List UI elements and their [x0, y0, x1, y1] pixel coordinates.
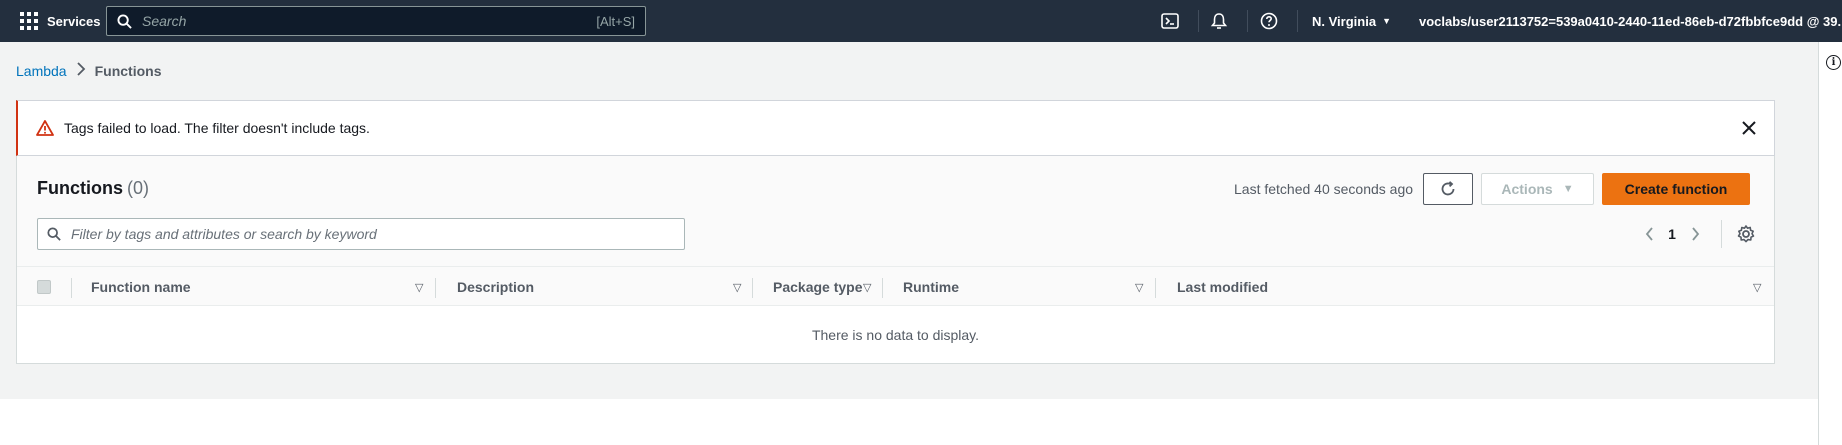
search-icon	[47, 227, 61, 241]
last-fetched-text: Last fetched 40 seconds ago	[1234, 181, 1414, 197]
column-divider	[752, 278, 753, 298]
refresh-button[interactable]	[1423, 173, 1473, 205]
breadcrumb: Lambda Functions	[16, 62, 161, 79]
chevron-right-icon	[76, 62, 86, 79]
refresh-icon	[1441, 181, 1455, 196]
account-label: voclabs/user2113752=539a0410-2440-11ed-8…	[1419, 13, 1842, 29]
services-label: Services	[47, 13, 101, 29]
services-menu-button[interactable]: Services	[0, 0, 101, 42]
cloudshell-icon[interactable]	[1159, 10, 1181, 32]
close-icon[interactable]	[1738, 117, 1760, 139]
column-divider	[1155, 278, 1156, 298]
sort-icon[interactable]: ▽	[1753, 281, 1761, 294]
caret-down-icon: ▼	[1562, 183, 1574, 195]
nav-divider	[1297, 10, 1298, 32]
table-empty-state: There is no data to display.	[17, 306, 1774, 363]
chevron-left-icon[interactable]	[1639, 222, 1659, 246]
search-icon	[117, 13, 132, 29]
table-header: Function name ▽ Description ▽ Package ty…	[17, 266, 1774, 306]
actions-dropdown-button[interactable]: Actions ▼	[1481, 173, 1594, 205]
functions-panel: Functions (0) Last fetched 40 seconds ago…	[16, 156, 1775, 364]
caret-down-icon: ▼	[1382, 16, 1391, 26]
create-function-button[interactable]: Create function	[1602, 173, 1750, 205]
empty-message: There is no data to display.	[811, 326, 980, 343]
filter-input[interactable]	[71, 226, 684, 242]
top-navigation-bar: Services [Alt+S] N. Virginia ▼	[0, 0, 1842, 42]
sort-icon[interactable]: ▽	[733, 281, 741, 294]
column-header-last-modified[interactable]: Last modified	[1177, 267, 1268, 307]
breadcrumb-current: Functions	[94, 62, 162, 79]
page-number[interactable]: 1	[1659, 226, 1685, 242]
gear-icon[interactable]	[1736, 224, 1756, 244]
column-header-package-type[interactable]: Package type	[773, 267, 863, 307]
search-shortcut-hint: [Alt+S]	[596, 13, 635, 29]
column-header-description[interactable]: Description	[457, 267, 534, 307]
sort-icon[interactable]: ▽	[415, 281, 423, 294]
sort-icon[interactable]: ▽	[1135, 281, 1143, 294]
column-divider	[882, 278, 883, 298]
services-grid-icon	[20, 12, 38, 30]
region-label: N. Virginia	[1312, 13, 1377, 29]
nav-divider	[1198, 10, 1199, 32]
region-selector[interactable]: N. Virginia ▼	[1312, 0, 1391, 42]
functions-heading: Functions	[37, 178, 123, 198]
info-icon[interactable]: i	[1826, 55, 1841, 70]
error-alert: Tags failed to load. The filter doesn't …	[16, 100, 1775, 156]
breadcrumb-lambda-link[interactable]: Lambda	[16, 63, 67, 79]
right-help-rail	[1818, 42, 1842, 445]
column-header-runtime[interactable]: Runtime	[903, 267, 959, 307]
global-search-input[interactable]	[142, 13, 597, 29]
column-divider	[435, 278, 436, 298]
actions-label: Actions	[1501, 181, 1553, 197]
help-icon[interactable]	[1258, 10, 1280, 32]
warning-icon	[36, 120, 54, 136]
filter-search-box[interactable]	[37, 218, 685, 250]
column-divider	[71, 278, 72, 298]
alert-message: Tags failed to load. The filter doesn't …	[64, 120, 370, 136]
sort-icon[interactable]: ▽	[863, 281, 871, 294]
column-header-function-name[interactable]: Function name	[91, 267, 191, 307]
create-function-label: Create function	[1624, 181, 1728, 197]
panel-title: Functions (0)	[37, 178, 149, 199]
account-menu[interactable]: voclabs/user2113752=539a0410-2440-11ed-8…	[1419, 0, 1842, 42]
chevron-right-icon[interactable]	[1685, 222, 1705, 246]
pagination: 1	[1639, 222, 1705, 246]
functions-count: (0)	[127, 178, 149, 198]
global-search-box[interactable]: [Alt+S]	[106, 6, 646, 36]
notifications-bell-icon[interactable]	[1208, 10, 1230, 32]
pager-divider	[1721, 220, 1722, 248]
select-all-checkbox[interactable]	[37, 280, 51, 294]
nav-divider	[1247, 10, 1248, 32]
